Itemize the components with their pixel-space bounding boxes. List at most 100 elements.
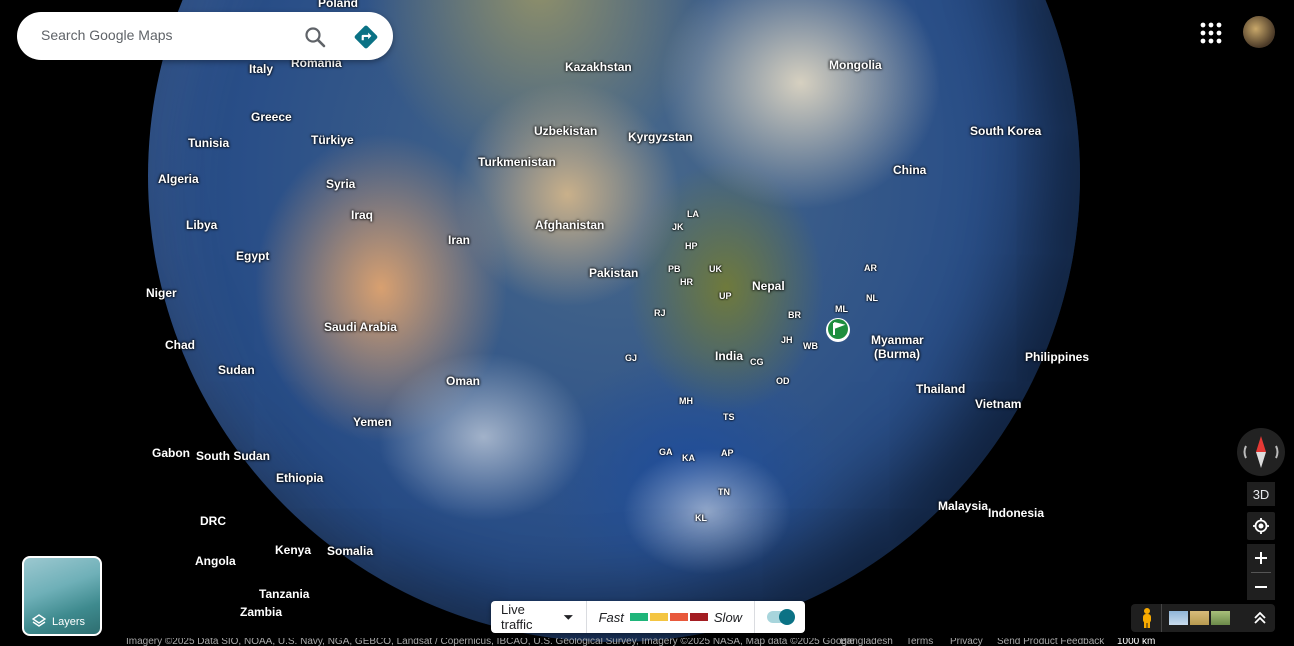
zoom-out-icon[interactable] <box>1254 580 1268 594</box>
country-label[interactable]: Afghanistan <box>535 218 604 232</box>
country-label[interactable]: Niger <box>146 286 177 300</box>
country-label[interactable]: Saudi Arabia <box>324 320 397 334</box>
layers-button[interactable]: Layers <box>22 556 102 636</box>
country-label[interactable]: Kyrgyzstan <box>628 130 693 144</box>
search-input[interactable]: Search Google Maps <box>41 27 173 43</box>
feedback-link[interactable]: Send Product Feedback <box>997 638 1104 646</box>
country-label[interactable]: Algeria <box>158 172 199 186</box>
country-label[interactable]: Iraq <box>351 208 373 222</box>
country-label[interactable]: Kenya <box>275 543 311 557</box>
state-label[interactable]: HR <box>680 277 693 287</box>
country-label[interactable]: Thailand <box>916 382 965 396</box>
country-label[interactable]: Uzbekistan <box>534 124 597 138</box>
country-label[interactable]: Oman <box>446 374 480 388</box>
country-label[interactable]: Kazakhstan <box>565 60 632 74</box>
search-icon[interactable] <box>303 25 327 49</box>
map-pin-icon[interactable] <box>825 316 851 346</box>
state-label[interactable]: GJ <box>625 353 637 363</box>
country-label[interactable]: Zambia <box>240 605 282 619</box>
country-label[interactable]: Angola <box>195 554 236 568</box>
privacy-link[interactable]: Privacy <box>950 638 983 646</box>
country-label[interactable]: Gabon <box>152 446 190 460</box>
imagery-credits: Imagery ©2025 Data SIO, NOAA, U.S. Navy,… <box>126 638 855 646</box>
country-label[interactable]: Sudan <box>218 363 255 377</box>
country-label[interactable]: Myanmar <box>871 333 924 347</box>
country-label[interactable]: Tanzania <box>259 587 309 601</box>
state-label[interactable]: HP <box>685 241 698 251</box>
country-label[interactable]: Mongolia <box>829 58 882 72</box>
avatar[interactable] <box>1243 16 1275 48</box>
country-label[interactable]: Türkiye <box>311 133 354 147</box>
my-location-icon <box>1253 518 1269 534</box>
country-label[interactable]: South Sudan <box>196 449 270 463</box>
country-label[interactable]: Somalia <box>327 544 373 558</box>
country-label[interactable]: Greece <box>251 110 292 124</box>
imagery-thumbnail-1[interactable] <box>1169 611 1188 625</box>
country-label[interactable]: Syria <box>326 177 355 191</box>
directions-icon[interactable] <box>353 24 379 50</box>
traffic-swatch-very-slow <box>689 613 708 621</box>
state-label[interactable]: PB <box>668 264 681 274</box>
country-label[interactable]: Libya <box>186 218 217 232</box>
attribution-bar: Imagery ©2025 Data SIO, NOAA, U.S. Navy,… <box>0 638 1294 646</box>
state-label[interactable]: JH <box>781 335 793 345</box>
state-label[interactable]: KL <box>695 513 707 523</box>
layers-label: Layers <box>52 616 86 628</box>
country-label[interactable]: Egypt <box>236 249 269 263</box>
state-label[interactable]: LA <box>687 209 699 219</box>
imagery-thumbnail-3[interactable] <box>1211 611 1230 625</box>
country-label[interactable]: South Korea <box>970 124 1041 138</box>
country-label[interactable]: Iran <box>448 233 470 247</box>
apps-grid-icon[interactable] <box>1198 20 1224 46</box>
imagery-thumbnail-2[interactable] <box>1190 611 1209 625</box>
state-label[interactable]: KA <box>682 453 695 463</box>
state-label[interactable]: BR <box>788 310 801 320</box>
country-link[interactable]: Bangladesh <box>840 638 893 646</box>
state-label[interactable]: TN <box>718 487 730 497</box>
country-label[interactable]: Indonesia <box>988 506 1044 520</box>
country-label[interactable]: Ethiopia <box>276 471 323 485</box>
live-traffic-dropdown[interactable]: Live traffic <box>491 601 586 633</box>
country-label[interactable]: Philippines <box>1025 350 1089 364</box>
country-label[interactable]: Turkmenistan <box>478 155 556 169</box>
state-label[interactable]: JK <box>672 222 684 232</box>
traffic-swatch-slow <box>669 613 688 621</box>
state-label[interactable]: GA <box>659 447 673 457</box>
country-label[interactable]: India <box>715 349 743 363</box>
country-label[interactable]: Italy <box>249 62 273 76</box>
country-label[interactable]: Poland <box>318 0 358 10</box>
state-label[interactable]: TS <box>723 412 735 422</box>
state-label[interactable]: UK <box>709 264 722 274</box>
state-label[interactable]: UP <box>719 291 732 301</box>
country-label[interactable]: DRC <box>200 514 226 528</box>
state-label[interactable]: AR <box>864 263 877 273</box>
my-location-button[interactable] <box>1247 512 1275 540</box>
pegman-icon[interactable] <box>1137 607 1157 629</box>
3d-button[interactable]: 3D <box>1247 482 1275 506</box>
country-label[interactable]: Vietnam <box>975 397 1021 411</box>
toggle-knob <box>779 609 795 625</box>
country-label[interactable]: Nepal <box>752 279 785 293</box>
country-label[interactable]: Chad <box>165 338 195 352</box>
state-label[interactable]: RJ <box>654 308 666 318</box>
country-label[interactable]: Tunisia <box>188 136 229 150</box>
country-label[interactable]: China <box>893 163 926 177</box>
zoom-in-icon[interactable] <box>1254 551 1268 565</box>
state-label[interactable]: NL <box>866 293 878 303</box>
terms-link[interactable]: Terms <box>906 638 933 646</box>
expand-up-icon[interactable] <box>1253 611 1267 625</box>
state-label[interactable]: AP <box>721 448 734 458</box>
country-label[interactable]: Yemen <box>353 415 392 429</box>
slow-label: Slow <box>713 609 743 625</box>
country-label[interactable]: Malaysia <box>938 499 988 513</box>
state-label[interactable]: CG <box>750 357 764 367</box>
country-label[interactable]: Pakistan <box>589 266 638 280</box>
traffic-toggle[interactable] <box>755 601 805 633</box>
search-box[interactable]: Search Google Maps <box>17 12 393 60</box>
compass-icon[interactable] <box>1237 428 1285 476</box>
state-label[interactable]: MH <box>679 396 693 406</box>
country-label[interactable]: (Burma) <box>874 347 920 361</box>
state-label[interactable]: ML <box>835 304 848 314</box>
state-label[interactable]: OD <box>776 376 790 386</box>
state-label[interactable]: WB <box>803 341 818 351</box>
